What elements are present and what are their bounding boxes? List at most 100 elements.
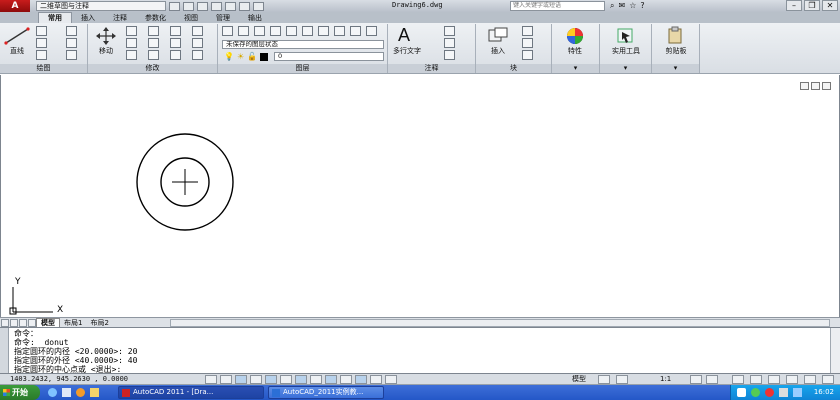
save-icon[interactable] (197, 1, 208, 11)
ortho-mode-button[interactable] (235, 375, 247, 384)
layer-off-icon[interactable] (286, 26, 297, 36)
start-button[interactable]: 开始 (0, 385, 40, 400)
current-layer-dropdown[interactable]: 0 (274, 52, 384, 61)
offset-icon[interactable] (170, 50, 181, 60)
redo-icon[interactable] (239, 1, 250, 11)
command-prompt-line[interactable]: 指定圆环的中心点或 <退出>: (14, 365, 121, 374)
layers-panel-footer[interactable]: 图层 (218, 64, 387, 73)
toolbar-lock-button[interactable] (750, 375, 762, 384)
status-bar-menu-button[interactable] (804, 375, 816, 384)
block-panel-footer[interactable]: 块 (476, 64, 551, 73)
utilities-icon[interactable] (616, 26, 636, 44)
tab-layout1[interactable]: 布局1 (60, 319, 86, 327)
quick-launch-ie-icon[interactable] (48, 388, 57, 397)
create-block-icon[interactable] (522, 26, 533, 36)
network-icon[interactable] (793, 388, 802, 397)
polar-tracking-button[interactable] (250, 375, 262, 384)
linear-dimension-icon[interactable] (444, 26, 455, 36)
application-menu-button[interactable]: A (0, 0, 30, 12)
tab-manage[interactable]: 管理 (207, 13, 239, 23)
sun-icon[interactable]: ☀ (237, 52, 244, 61)
layer-state-dropdown[interactable]: 未保存的图层状态 (222, 40, 384, 49)
undo-icon[interactable] (225, 1, 236, 11)
tab-parametric[interactable]: 参数化 (136, 13, 175, 23)
communication-center-icon[interactable]: ✉ (618, 1, 625, 11)
tab-model[interactable]: 模型 (36, 317, 60, 328)
coordinate-readout[interactable]: 1403.2432, 945.2630 , 0.0000 (10, 375, 128, 384)
copy-icon[interactable] (170, 26, 181, 36)
scale-icon[interactable] (148, 50, 159, 60)
workspace-dropdown[interactable]: 二维草图与注释 (36, 1, 166, 11)
layer-match-icon[interactable] (318, 26, 329, 36)
taskbar-item-tutorial[interactable]: AutoCAD_2011实例教... (268, 386, 384, 399)
arc-icon[interactable] (66, 26, 77, 36)
dynamic-ucs-button[interactable] (310, 375, 322, 384)
layer-walk-icon[interactable] (334, 26, 345, 36)
edit-attributes-icon[interactable] (522, 50, 533, 60)
utilities-panel-footer[interactable]: ▾ (600, 64, 651, 73)
mirror-icon[interactable] (126, 38, 137, 48)
clean-screen-button[interactable] (822, 375, 834, 384)
trim-icon[interactable] (148, 26, 159, 36)
tab-annotate[interactable]: 注释 (104, 13, 136, 23)
drawing-canvas[interactable]: Y X (0, 75, 840, 317)
lock-open-icon[interactable]: 🔓 (247, 52, 257, 61)
selection-cycling-button[interactable] (385, 375, 397, 384)
draw-panel-footer[interactable]: 绘图 (0, 64, 87, 73)
table-icon[interactable] (444, 50, 455, 60)
stretch-icon[interactable] (126, 50, 137, 60)
taskbar-item-autocad[interactable]: AutoCAD 2011 - [Dra... (118, 386, 264, 399)
annotation-scale[interactable]: 1:1 (660, 375, 671, 384)
rotate-icon[interactable] (126, 26, 137, 36)
chamfer-icon[interactable] (192, 50, 203, 60)
minimize-button[interactable]: – (786, 0, 802, 11)
layer-delete-icon[interactable] (366, 26, 377, 36)
command-window-grip[interactable] (0, 328, 9, 373)
mtext-icon[interactable]: A (398, 25, 410, 45)
clipboard-panel-footer[interactable]: ▾ (652, 64, 699, 73)
insert-block-icon[interactable] (488, 27, 508, 43)
layer-freeze-icon[interactable] (270, 26, 281, 36)
layer-color-swatch[interactable] (260, 52, 269, 61)
quick-view-drawings-button[interactable] (616, 375, 628, 384)
layer-properties-icon[interactable] (222, 26, 233, 36)
quick-view-layouts-button[interactable] (598, 375, 610, 384)
tab-output[interactable]: 输出 (239, 13, 271, 23)
search-input[interactable]: 键入关键字或短语 (510, 1, 605, 11)
move-tool-icon[interactable] (96, 27, 116, 45)
object-snap-tracking-button[interactable] (295, 375, 307, 384)
paste-icon[interactable] (666, 26, 686, 44)
first-layout-button[interactable] (1, 318, 9, 327)
command-scrollbar[interactable] (830, 328, 840, 373)
command-window[interactable]: 命令： 命令: donut 指定圆环的内径 <20.0000>: 20 指定圆环… (0, 327, 840, 374)
properties-color-wheel-icon[interactable] (564, 27, 586, 45)
language-bar-icon[interactable] (737, 388, 746, 397)
grid-display-button[interactable] (220, 375, 232, 384)
ellipse-icon[interactable] (36, 50, 47, 60)
last-layout-button[interactable] (28, 318, 36, 327)
annotation-panel-footer[interactable]: 注释 (388, 64, 475, 73)
tab-layout2[interactable]: 布局2 (86, 319, 112, 327)
system-clock[interactable]: 16:02 (814, 387, 834, 398)
snap-mode-button[interactable] (205, 375, 217, 384)
erase-icon[interactable] (192, 26, 203, 36)
layer-isolate-icon[interactable] (254, 26, 265, 36)
tab-insert[interactable]: 插入 (72, 13, 104, 23)
quick-launch-folder-icon[interactable] (90, 388, 99, 397)
search-icon[interactable]: ⌕ (610, 1, 614, 11)
lineweight-button[interactable] (340, 375, 352, 384)
array-icon[interactable] (170, 38, 181, 48)
quick-launch-media-icon[interactable] (76, 388, 85, 397)
auto-scale-button[interactable] (706, 375, 718, 384)
transparency-button[interactable] (355, 375, 367, 384)
isolate-objects-button[interactable] (786, 375, 798, 384)
dynamic-input-button[interactable] (325, 375, 337, 384)
quick-properties-button[interactable] (370, 375, 382, 384)
tab-home[interactable]: 常用 (38, 12, 72, 23)
next-layout-button[interactable] (19, 318, 27, 327)
volume-icon[interactable] (779, 388, 788, 397)
restore-button[interactable]: ❐ (804, 0, 820, 11)
hardware-acceleration-button[interactable] (768, 375, 780, 384)
tray-security-icon[interactable] (765, 388, 774, 397)
layer-previous-icon[interactable] (238, 26, 249, 36)
